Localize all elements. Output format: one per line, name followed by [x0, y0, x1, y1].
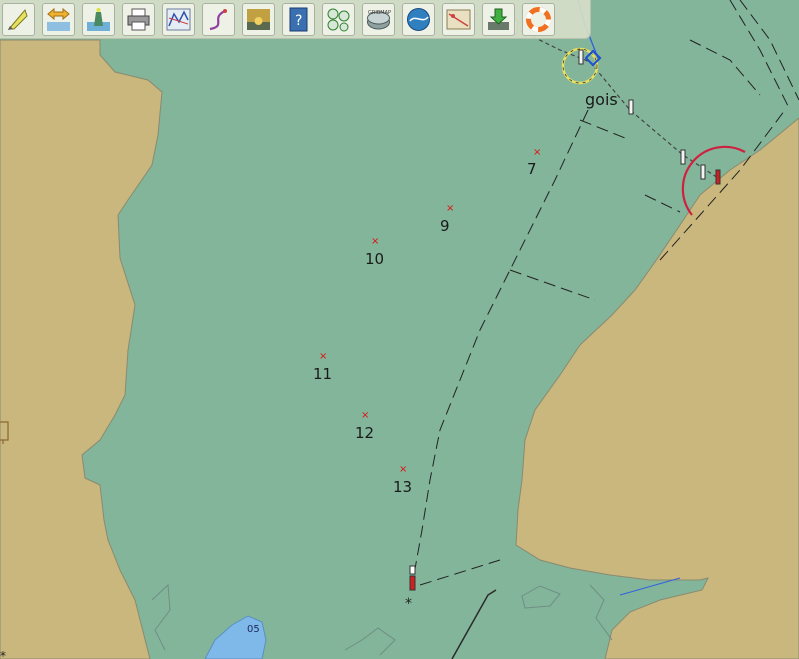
waypoint-11-label: 11 [313, 365, 332, 383]
dashboard-tool-button[interactable] [322, 2, 355, 36]
globe-icon [407, 7, 430, 31]
waypoint-12-label: 12 [355, 424, 374, 442]
weather-routing-tool-button[interactable] [442, 2, 475, 36]
pencil-triangle-icon [7, 8, 28, 30]
sunset-icon [247, 8, 270, 30]
waypoint-10-label: 10 [365, 250, 384, 268]
waypoint-13-label: 13 [393, 478, 412, 496]
waypoint-7-label: 7 [527, 160, 537, 178]
track-tool-button[interactable] [202, 2, 235, 36]
grib-tool-button[interactable]: GRIBMAP [362, 2, 395, 36]
waypoint-9-marker: × [446, 203, 454, 214]
lifebuoy-tool-button[interactable] [522, 2, 555, 36]
track-curve-icon [209, 8, 227, 30]
zoom-tool-button[interactable] [42, 2, 75, 36]
sunset-tool-button[interactable] [242, 2, 275, 36]
route-name-label: gois [585, 90, 618, 109]
double-arrow-icon [47, 7, 70, 31]
grib-icon: GRIBMAP [367, 10, 391, 29]
lifebuoy-icon [526, 6, 551, 32]
globe-tool-button[interactable] [402, 2, 435, 36]
nautical-chart[interactable]: * gois × 7 × 9 × 10 × 11 × 12 × 13 05 * [0, 0, 799, 659]
printer-icon [127, 8, 150, 30]
weather-map-icon [446, 9, 471, 29]
download-tool-button[interactable] [482, 2, 515, 36]
waypoint-10-marker: × [371, 236, 379, 247]
waypoint-11-marker: × [319, 351, 327, 362]
route-manager-tool-button[interactable] [162, 2, 195, 36]
lighthouse-tool-button[interactable] [82, 2, 115, 36]
waypoint-13-marker: × [399, 464, 407, 475]
download-icon [488, 8, 509, 30]
red-beacon-marker [715, 169, 721, 185]
bottom-beacon [409, 565, 416, 591]
toolbar: ? GRIBMAP [0, 0, 591, 39]
navobj-tool-button[interactable] [2, 2, 35, 36]
grib-icon-label: GRIBMAP [368, 10, 391, 16]
waypoint-12-marker: × [361, 410, 369, 421]
svg-text:?: ? [295, 13, 302, 29]
light-asterisk: * [405, 596, 412, 612]
help-tool-button[interactable]: ? [282, 2, 315, 36]
gauges-icon [327, 8, 350, 31]
waypoint-7-marker: × [533, 147, 541, 158]
route-graph-icon [166, 8, 191, 30]
depth-sounding: 05 [247, 624, 260, 635]
print-tool-button[interactable] [122, 2, 155, 36]
waypoint-9-label: 9 [440, 217, 450, 235]
lighthouse-icon [87, 7, 110, 31]
bottom-left-asterisk: * [0, 649, 6, 659]
help-book-icon: ? [289, 7, 308, 31]
